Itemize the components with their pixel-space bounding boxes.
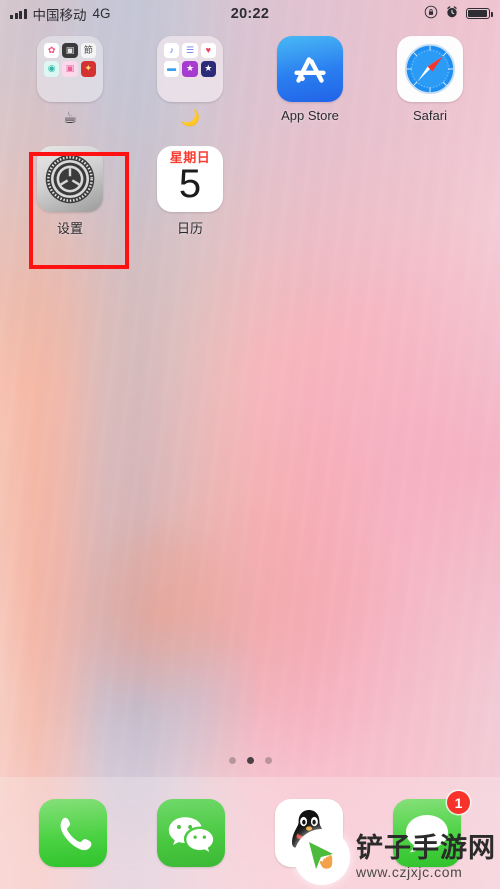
teal-app-icon: ◉ — [44, 61, 60, 77]
dock-app-messages[interactable]: 1 — [393, 791, 470, 867]
itunes-store-icon: ★ — [182, 61, 198, 77]
gear-icon — [45, 154, 95, 204]
app-store-label: App Store — [281, 108, 339, 123]
dock-app-wechat[interactable] — [157, 799, 225, 867]
files-icon: ▬ — [164, 61, 180, 77]
empty-slot-2 — [370, 146, 490, 237]
folder-1-icon[interactable]: ✿ ▣ 節 ◉ ▣ ✦ — [37, 36, 103, 102]
safari-icon[interactable] — [397, 36, 463, 102]
battery-icon — [466, 8, 493, 19]
message-bubble-icon — [406, 815, 448, 853]
dock-app-phone[interactable] — [39, 799, 107, 867]
app-safari[interactable]: Safari — [370, 36, 490, 128]
wechat-icon[interactable] — [157, 799, 225, 867]
folder-1-label: ☕ — [62, 110, 78, 127]
safari-label: Safari — [413, 108, 447, 123]
chinese-app-icon: 節 — [80, 43, 96, 59]
iphone-home-screen: 中国移动 4G 20:22 ✿ ▣ 節 ◉ ▣ ✦ ☕ ♪ ☰ ♥ ▬ ★ ★ … — [0, 0, 500, 889]
messages-badge: 1 — [447, 791, 470, 814]
page-indicator[interactable] — [0, 757, 500, 764]
calendar-day-number: 5 — [178, 162, 202, 206]
empty-slot-1 — [250, 146, 370, 237]
app-store-glyph — [294, 57, 326, 83]
signal-bars-icon — [10, 8, 27, 19]
calendar-label: 日历 — [176, 221, 203, 236]
network-type-label: 4G — [92, 6, 111, 21]
phone-handset-icon — [60, 817, 92, 851]
app-store-icon[interactable] — [277, 36, 343, 102]
dock: 1 — [0, 777, 500, 889]
pink-camera-icon: ▣ — [62, 61, 78, 77]
reminders-icon: ☰ — [182, 43, 198, 59]
settings-label: 设置 — [56, 221, 83, 236]
app-app-store[interactable]: App Store — [250, 36, 370, 128]
safari-compass-glyph — [404, 43, 456, 95]
status-bar-left: 中国移动 4G — [10, 4, 111, 24]
app-calendar[interactable]: 星期日 5 日历 — [130, 146, 250, 237]
qq-icon[interactable] — [275, 799, 343, 867]
calendar-icon[interactable]: 星期日 5 — [157, 146, 223, 212]
red-media-icon: ✦ — [80, 61, 96, 77]
health-icon: ♥ — [200, 43, 216, 59]
app-folder-2[interactable]: ♪ ☰ ♥ ▬ ★ ★ 🌙 — [130, 36, 250, 128]
app-grid: ✿ ▣ 節 ◉ ▣ ✦ ☕ ♪ ☰ ♥ ▬ ★ ★ 🌙 App Store Sa… — [0, 36, 500, 237]
folder-2-label: 🌙 — [180, 110, 200, 127]
settings-icon[interactable] — [37, 146, 103, 212]
music-icon: ♪ — [164, 43, 180, 59]
status-bar: 中国移动 4G 20:22 — [0, 0, 500, 27]
imovie-icon: ★ — [200, 61, 216, 77]
page-dot-2[interactable] — [246, 757, 254, 764]
wechat-bubbles-icon — [168, 817, 214, 852]
photos-icon: ✿ — [44, 43, 60, 59]
app-settings[interactable]: 设置 — [10, 146, 130, 237]
qq-penguin-icon — [292, 810, 326, 857]
page-dot-3[interactable] — [264, 757, 272, 764]
status-bar-right — [424, 5, 493, 22]
phone-icon[interactable] — [39, 799, 107, 867]
rotation-lock-icon — [424, 5, 438, 22]
alarm-clock-icon — [445, 5, 459, 22]
page-dot-1[interactable] — [228, 757, 236, 764]
folder-2-icon[interactable]: ♪ ☰ ♥ ▬ ★ ★ — [157, 36, 223, 102]
app-folder-1[interactable]: ✿ ▣ 節 ◉ ▣ ✦ ☕ — [10, 36, 130, 128]
dock-app-qq[interactable] — [275, 799, 343, 867]
carrier-label: 中国移动 — [32, 7, 87, 23]
camera-icon: ▣ — [62, 43, 78, 59]
